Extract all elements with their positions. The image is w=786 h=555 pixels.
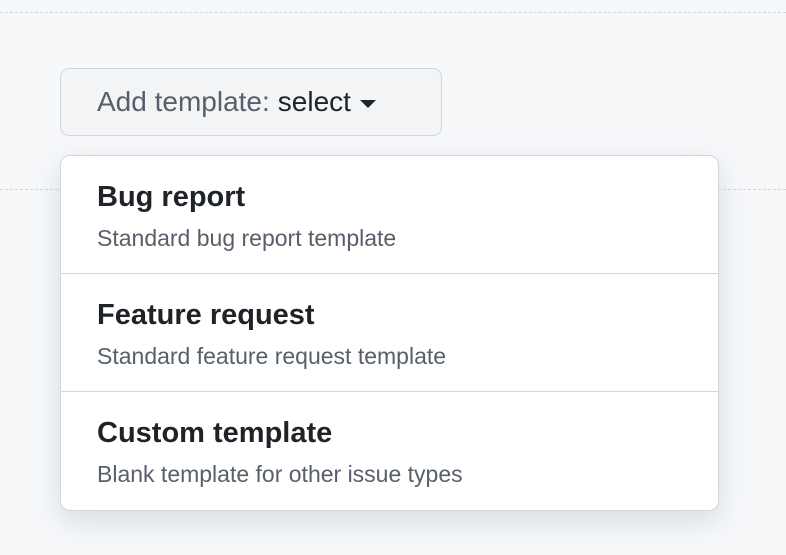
menu-item-title: Bug report	[97, 181, 246, 213]
add-template-button[interactable]: Add template: select	[60, 68, 442, 136]
menu-item-title: Custom template	[97, 417, 333, 449]
menu-item-description: Standard feature request template	[97, 343, 447, 369]
caret-down-icon	[359, 100, 376, 108]
divider-top	[0, 12, 786, 13]
add-template-label: Add template:	[97, 86, 270, 117]
menu-item-title: Feature request	[97, 299, 315, 331]
menu-item-feature-request[interactable]: Feature request Standard feature request…	[61, 274, 718, 392]
menu-item-bug-report[interactable]: Bug report Standard bug report template	[61, 156, 718, 274]
menu-item-custom-template[interactable]: Custom template Blank template for other…	[61, 392, 718, 510]
template-dropdown-menu: Bug report Standard bug report template …	[60, 155, 719, 511]
menu-item-description: Blank template for other issue types	[97, 461, 463, 487]
menu-item-description: Standard bug report template	[97, 225, 397, 251]
add-template-value: select	[277, 86, 351, 117]
